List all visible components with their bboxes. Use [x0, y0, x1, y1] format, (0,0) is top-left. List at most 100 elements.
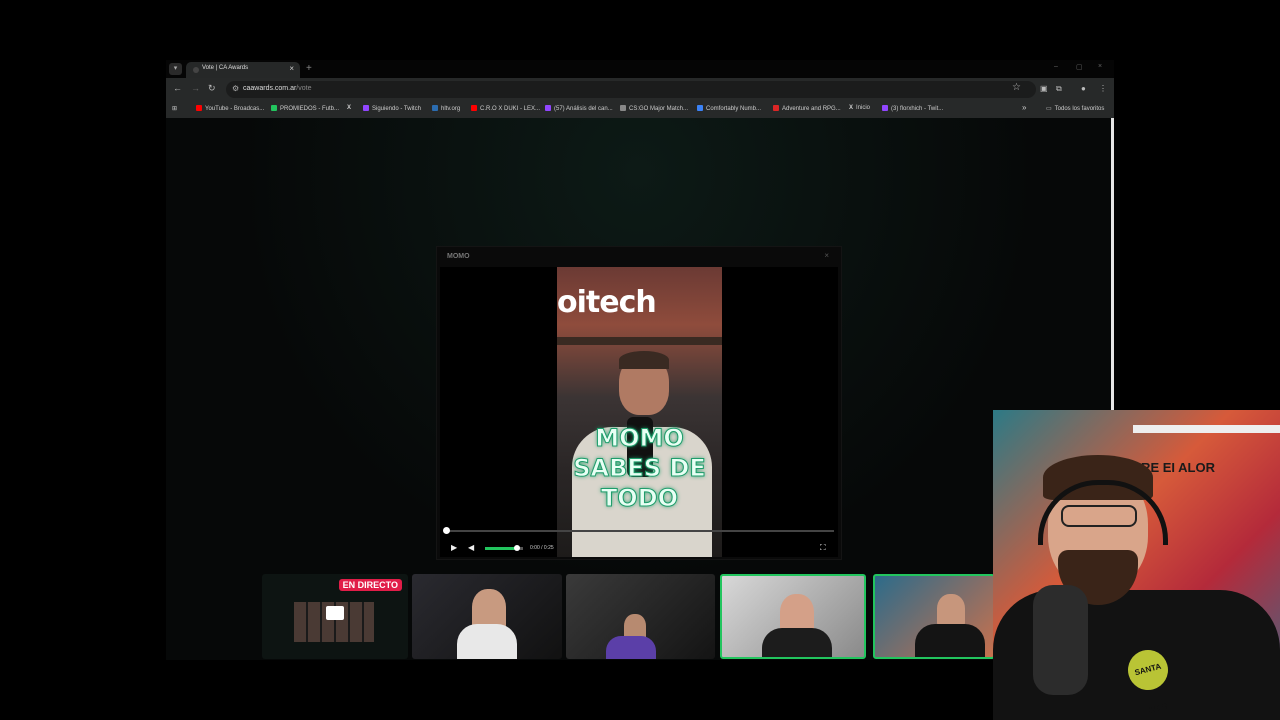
browser-window: ▾ Vote | CA Awards × + – ▢ × ← → ↻ ⚙ caa…: [166, 60, 1114, 660]
webcam-shelf: [1133, 425, 1280, 433]
url-path: /vote: [296, 85, 312, 92]
bookmark-promiedos[interactable]: PROMIEDOS - Futb...: [271, 105, 339, 112]
maximize-button[interactable]: ▢: [1076, 63, 1083, 71]
video-modal: MOMO × oitech MOMO SABES DE TODO ▶ ◀ 0:0…: [436, 246, 842, 560]
tab-favicon-icon: [193, 67, 199, 73]
video-brand-text: oitech: [557, 285, 657, 320]
hltv-icon: [432, 105, 438, 111]
music-icon: [697, 105, 703, 111]
profile-avatar-icon[interactable]: ●: [1081, 84, 1086, 93]
thumbnail-person: [472, 589, 506, 629]
x-icon: X: [849, 105, 854, 111]
bookmark-x-inicio[interactable]: X Inicio: [849, 105, 870, 111]
video-player[interactable]: oitech MOMO SABES DE TODO ▶ ◀ 0:00 / 0:2…: [440, 267, 838, 557]
bookmark-csgo-major[interactable]: CS:GO Major Match...: [620, 105, 688, 112]
twitch-icon: [545, 105, 551, 111]
bookmark-analisis[interactable]: (57) Análisis del can...: [545, 105, 613, 112]
thumbnail-shirt: [457, 624, 517, 659]
x-icon: X: [347, 105, 352, 111]
reload-icon[interactable]: ↻: [208, 83, 216, 94]
modal-title: MOMO: [447, 253, 470, 260]
tab-close-icon[interactable]: ×: [289, 64, 294, 73]
back-arrow-icon[interactable]: ←: [173, 83, 182, 93]
thumbnail-shirt: [762, 628, 832, 657]
bookmark-label: hltv.org: [441, 106, 461, 112]
stream-thumbnail-2[interactable]: [412, 574, 562, 659]
bookmark-label: Adventure and RPG...: [782, 106, 841, 112]
url-domain: caawards.com.ar: [243, 85, 297, 92]
stream-thumbnail-4-selected[interactable]: [720, 574, 866, 659]
thumbnail-shirt: [915, 624, 985, 657]
bookmarks-overflow-icon[interactable]: »: [1022, 103, 1026, 112]
minimize-button[interactable]: –: [1054, 63, 1058, 70]
active-tab[interactable]: Vote | CA Awards ×: [186, 62, 300, 78]
video-shelf: [557, 337, 722, 345]
bookmark-florxhich[interactable]: (3) florxhich - Twit...: [882, 105, 943, 112]
tab-title: Vote | CA Awards: [202, 65, 249, 71]
extension-icon[interactable]: ▣: [1040, 84, 1048, 93]
bookmark-cro-duki[interactable]: C.R.O X DUKI - LEX...: [471, 105, 540, 112]
tab-bar: ▾ Vote | CA Awards × + – ▢ ×: [166, 60, 1114, 78]
bookmark-x[interactable]: X: [347, 105, 351, 111]
all-favorites-label: Todos los favoritos: [1054, 106, 1105, 112]
bookmark-label: C.R.O X DUKI - LEX...: [480, 106, 541, 112]
twitch-icon: [363, 105, 369, 111]
scrollbar[interactable]: [1111, 118, 1114, 410]
fullscreen-icon[interactable]: ⛶: [820, 543, 826, 553]
stream-thumbnail-3[interactable]: [566, 574, 715, 659]
address-bar[interactable]: ⚙ caawards.com.ar/vote: [226, 81, 1036, 98]
apps-grid-icon[interactable]: ⊞: [172, 105, 177, 112]
youtube-icon: [471, 105, 477, 111]
video-caption: MOMO SABES DE TODO: [573, 424, 707, 513]
bookmark-twitch-following[interactable]: Siguiendo - Twitch: [363, 105, 421, 112]
url-text: caawards.com.ar/vote: [243, 85, 311, 92]
bookmark-hltv[interactable]: hltv.org: [432, 105, 460, 112]
new-tab-button[interactable]: +: [306, 63, 312, 74]
microphone-icon: [1033, 585, 1088, 695]
bookmark-label: Comfortably Numb...: [706, 106, 762, 112]
bookmark-comfortably-numb[interactable]: Comfortably Numb...: [697, 105, 761, 112]
video-progress-bar[interactable]: [443, 527, 834, 534]
stream-thumbnail-5-selected[interactable]: [873, 574, 995, 659]
bookmark-label: (3) florxhich - Twit...: [891, 106, 944, 112]
video-frame: oitech MOMO SABES DE TODO: [557, 267, 722, 557]
progress-handle[interactable]: [443, 527, 450, 534]
bookmarks-bar: ⊞ YouTube - Broadcas... PROMIEDOS - Futb…: [166, 101, 1114, 118]
thumbnail-shirt: [606, 636, 656, 659]
webcam-overlay: APRE EI ALOR SANTA CRUZ: [993, 410, 1280, 720]
volume-icon[interactable]: ◀: [468, 543, 474, 552]
bookmark-label: Inicio: [856, 105, 871, 111]
tab-search-button[interactable]: ▾: [169, 63, 182, 75]
folder-icon: ▭: [1046, 106, 1052, 112]
volume-fill: [485, 547, 518, 550]
extensions-puzzle-icon[interactable]: ⧉: [1056, 84, 1062, 94]
promiedos-icon: [271, 105, 277, 111]
csgo-icon: [620, 105, 626, 111]
stream-thumbnail-live[interactable]: EN DIRECTO: [262, 574, 408, 659]
thumbnail-white-square: [326, 606, 344, 620]
close-window-button[interactable]: ×: [1098, 63, 1102, 70]
bookmark-adventure-rpg[interactable]: Adventure and RPG...: [773, 105, 841, 112]
modal-close-icon[interactable]: ×: [824, 251, 829, 260]
video-person-hair: [619, 351, 669, 369]
volume-slider[interactable]: [485, 545, 523, 551]
bookmark-label: CS:GO Major Match...: [629, 106, 689, 112]
all-favorites-folder[interactable]: ▭ Todos los favoritos: [1046, 105, 1104, 112]
twitch-icon: [882, 105, 888, 111]
youtube-icon: [196, 105, 202, 111]
play-icon[interactable]: ▶: [451, 543, 457, 552]
live-badge: EN DIRECTO: [338, 579, 402, 591]
bookmark-star-icon[interactable]: ☆: [1012, 82, 1021, 93]
bookmark-youtube[interactable]: YouTube - Broadcas...: [196, 105, 264, 112]
bookmark-label: PROMIEDOS - Futb...: [280, 106, 340, 112]
forward-arrow-icon[interactable]: →: [191, 83, 200, 93]
menu-kebab-icon[interactable]: ⋮: [1099, 84, 1107, 93]
thumbnail-person: [937, 594, 965, 626]
video-time: 0:00 / 0:25: [530, 545, 554, 551]
site-info-icon[interactable]: ⚙: [232, 84, 239, 93]
bookmark-label: (57) Análisis del can...: [554, 106, 613, 112]
bookmark-label: YouTube - Broadcas...: [205, 106, 265, 112]
volume-handle[interactable]: [514, 545, 521, 551]
toolbar: ← → ↻ ⚙ caawards.com.ar/vote ☆ ▣ ⧉ ● ⋮: [166, 78, 1114, 101]
bookmark-label: Siguiendo - Twitch: [372, 106, 421, 112]
